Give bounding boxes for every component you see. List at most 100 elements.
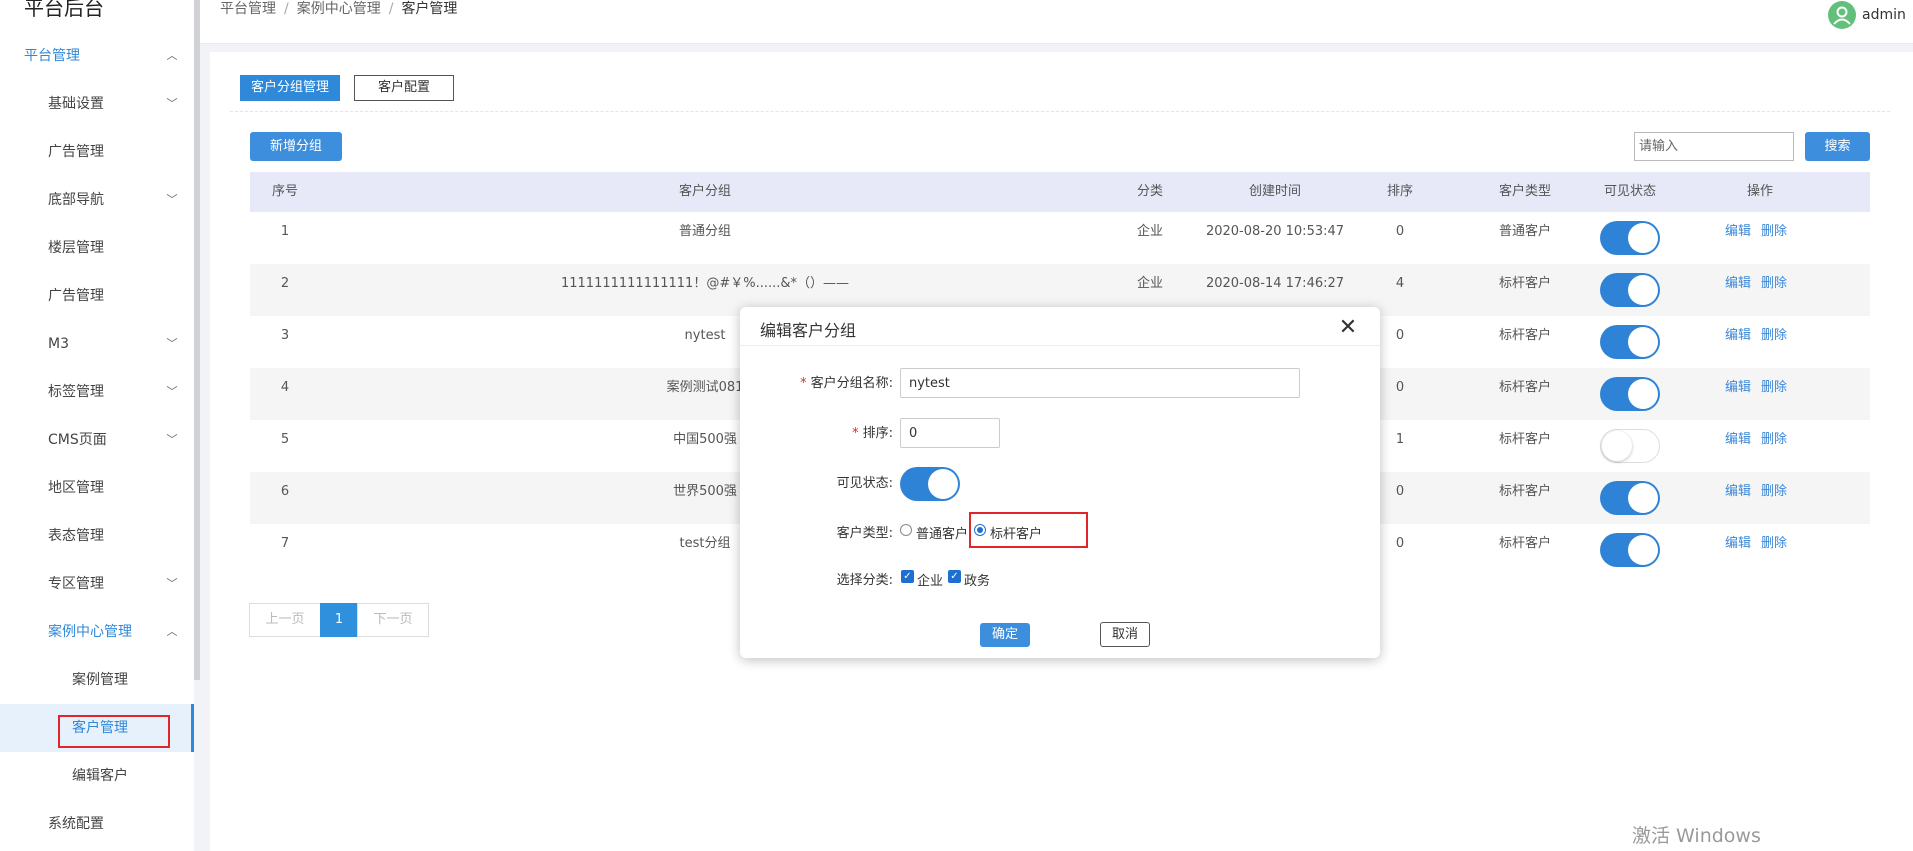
visibility-toggle[interactable] [1600,221,1660,255]
table-cell: 6 [280,484,290,499]
search-button[interactable]: 搜索 [1805,132,1870,161]
visibility-toggle[interactable] [1600,533,1660,567]
breadcrumb-item[interactable]: 平台管理 [220,1,276,17]
page-number-current[interactable]: 1 [320,603,358,637]
delete-link[interactable]: 删除 [1761,212,1787,252]
sidebar-item[interactable]: 案例中心管理 ︿ [0,608,194,656]
visible-label: 可见状态: [836,476,893,491]
sidebar-item-label: 系统配置 [48,816,104,832]
active-indicator [191,704,194,752]
column-header: 可见状态 [1603,184,1657,199]
tab-customer-config[interactable]: 客户配置 [354,75,454,101]
prev-page-button[interactable]: 上一页 [249,603,321,637]
user-menu[interactable]: admin [1828,0,1906,30]
confirm-button[interactable]: 确定 [980,623,1030,647]
sidebar-item[interactable]: 楼层管理 [0,224,194,272]
delete-link[interactable]: 删除 [1761,524,1787,564]
breadcrumb: 平台管理 / 案例中心管理 / 客户管理 [220,1,458,17]
edit-link[interactable]: 编辑 [1725,368,1751,408]
sidebar-item[interactable]: 系统配置 [0,800,194,848]
tab-customer-group[interactable]: 客户分组管理 [240,75,340,101]
add-group-button[interactable]: 新增分组 [250,132,342,161]
sidebar-item[interactable]: 地区管理 [0,464,194,512]
group-name-input[interactable] [900,368,1300,398]
delete-link[interactable]: 删除 [1761,472,1787,512]
edit-link[interactable]: 编辑 [1725,264,1751,304]
sidebar-item[interactable]: 标签管理 ﹀ [0,368,194,416]
table-cell: 中国500强 [673,432,737,447]
table-cell: 标杆客户 [1498,328,1552,343]
table-cell: 普通客户 [1498,224,1552,239]
sidebar-item-label: 表态管理 [48,528,104,544]
dialog-divider [740,345,1380,346]
table-header: 序号 客户分组 分类 创建时间 排序 客户类型 可见状态 操作 [250,172,1870,212]
column-header: 创建时间 [1248,184,1302,199]
divider [230,111,1890,112]
table-cell: 4 [280,380,290,395]
sidebar-item[interactable]: 基础设置 ﹀ [0,80,194,128]
type-option-label: 普通客户 [916,527,969,542]
table-cell: 世界500强 [673,484,737,499]
edit-link[interactable]: 编辑 [1725,316,1751,356]
next-page-button[interactable]: 下一页 [357,603,429,637]
sidebar-item[interactable]: CMS页面 ﹀ [0,416,194,464]
sidebar-item[interactable]: 专区管理 ﹀ [0,560,194,608]
sidebar-item[interactable]: 案例管理 [0,656,194,704]
table-cell: 普通分组 [678,224,732,239]
edit-link[interactable]: 编辑 [1725,420,1751,460]
edit-link[interactable]: 编辑 [1725,524,1751,564]
table-cell: 5 [280,432,290,447]
sidebar-item[interactable]: M3 ﹀ [0,320,194,368]
sidebar-item[interactable]: 编辑客户 [0,752,194,800]
table-cell: 标杆客户 [1498,536,1552,551]
table-cell: 0 [1395,380,1405,395]
chevron-down-icon: ﹀ [166,433,178,446]
visibility-toggle[interactable] [1600,481,1660,515]
table-cell: 1111111111111111！@#￥%......&*（）—— [560,276,850,291]
search-input[interactable] [1634,132,1794,161]
sidebar-item[interactable]: 广告管理 [0,128,194,176]
table-cell: 案例测试081 [666,380,744,395]
table-cell: 1 [1395,432,1405,447]
table-cell: 7 [280,536,290,551]
table-cell: 2020-08-20 10:53:47 [1205,224,1345,239]
sidebar-item-label: 楼层管理 [48,240,104,256]
close-icon[interactable]: ✕ [1338,317,1358,339]
sidebar-scrollbar[interactable] [194,0,200,680]
sidebar-item[interactable]: 底部导航 ﹀ [0,176,194,224]
top-header: 平台管理 / 案例中心管理 / 客户管理 admin [200,0,1913,44]
table-cell: 标杆客户 [1498,380,1552,395]
sort-label: * 排序: [852,426,893,441]
cancel-button[interactable]: 取消 [1100,622,1150,647]
category-checkbox-enterprise[interactable]: ✓ [901,570,914,583]
column-header: 分类 [1136,184,1164,199]
dialog-title: 编辑客户分组 [760,321,857,340]
sidebar-item[interactable]: 平台管理 ︿ [0,32,194,80]
sidebar-item-label: 标签管理 [48,384,104,400]
column-header: 排序 [1386,184,1414,199]
sidebar-item[interactable]: 表态管理 [0,512,194,560]
delete-link[interactable]: 删除 [1761,420,1787,460]
sort-input[interactable] [900,418,1000,448]
category-checkbox-government[interactable]: ✓ [948,570,961,583]
delete-link[interactable]: 删除 [1761,264,1787,304]
delete-link[interactable]: 删除 [1761,316,1787,356]
visible-toggle[interactable] [900,467,960,501]
sidebar-item[interactable]: 广告管理 [0,272,194,320]
edit-link[interactable]: 编辑 [1725,212,1751,252]
column-header: 客户类型 [1498,184,1552,199]
category-option-label: 政务 [964,574,991,589]
breadcrumb-item[interactable]: 案例中心管理 [297,1,381,17]
edit-link[interactable]: 编辑 [1725,472,1751,512]
visibility-toggle[interactable] [1600,377,1660,411]
type-radio-normal[interactable] [900,524,912,536]
visibility-toggle[interactable] [1600,325,1660,359]
visibility-toggle[interactable] [1600,273,1660,307]
app-title: 平台后台 [24,0,104,20]
table-cell: 0 [1395,484,1405,499]
table-cell: 0 [1395,328,1405,343]
delete-link[interactable]: 删除 [1761,368,1787,408]
sidebar-item-label: 地区管理 [48,480,104,496]
table-cell: 3 [280,328,290,343]
visibility-toggle[interactable] [1600,429,1660,463]
